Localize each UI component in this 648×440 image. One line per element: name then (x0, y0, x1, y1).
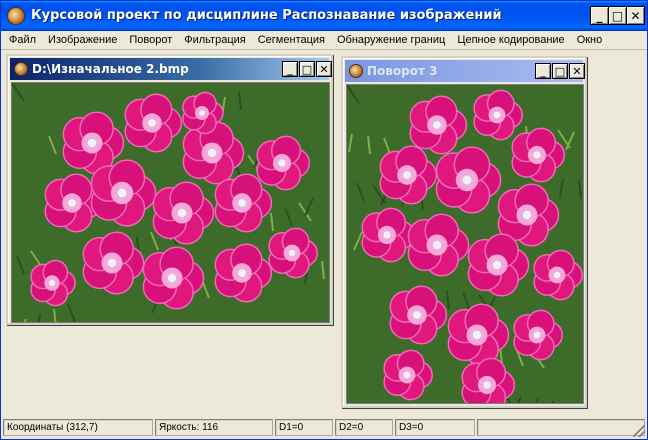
main-window: Курсовой проект по дисциплине Распознава… (0, 0, 648, 440)
status-empty (477, 419, 645, 436)
rotated-image[interactable] (346, 84, 584, 404)
child-maximize-button[interactable]: □ (552, 63, 568, 79)
app-icon[interactable] (7, 7, 25, 25)
rotated-window-titlebar[interactable]: Поворот 3 _ □ ✕ (345, 60, 585, 82)
menu-rotate[interactable]: Поворот (123, 34, 178, 46)
original-image[interactable] (11, 82, 330, 323)
minimize-button[interactable]: _ (590, 6, 609, 25)
title-bar[interactable]: Курсовой проект по дисциплине Распознава… (1, 1, 647, 31)
child-close-button[interactable]: ✕ (569, 63, 585, 79)
menu-filter[interactable]: Фильтрация (178, 34, 251, 46)
menu-chain-coding[interactable]: Цепное кодирование (451, 34, 570, 46)
flower-bouquet-image (12, 83, 329, 322)
resize-grip[interactable] (633, 425, 645, 437)
original-window-title: D:\Изначальное 2.bmp (32, 62, 189, 76)
status-d3: D3=0 (395, 419, 475, 436)
menu-edge-detection[interactable]: Обнаружение границ (331, 34, 451, 46)
menu-segmentation[interactable]: Сегментация (252, 34, 331, 46)
status-brightness: Яркость: 116 (155, 419, 273, 436)
child-app-icon[interactable] (349, 64, 363, 78)
child-minimize-button[interactable]: _ (282, 61, 298, 77)
window-title: Курсовой проект по дисциплине Распознава… (31, 8, 502, 23)
maximize-button[interactable]: □ (608, 6, 627, 25)
flower-bouquet-image-rotated (347, 85, 583, 403)
status-d2: D2=0 (335, 419, 393, 436)
menu-file[interactable]: Файл (3, 34, 42, 46)
status-bar: Координаты (312,7) Яркость: 116 D1=0 D2=… (1, 417, 647, 439)
child-minimize-button[interactable]: _ (535, 63, 551, 79)
rotated-image-window[interactable]: Поворот 3 _ □ ✕ (341, 56, 587, 408)
close-button[interactable]: ✕ (626, 6, 645, 25)
mdi-workspace: D:\Изначальное 2.bmp _ □ ✕ Поворот 3 _ □… (3, 51, 645, 415)
menu-bar: Файл Изображение Поворот Фильтрация Сегм… (1, 31, 647, 50)
child-maximize-button[interactable]: □ (299, 61, 315, 77)
menu-image[interactable]: Изображение (42, 34, 123, 46)
status-coordinates: Координаты (312,7) (3, 419, 153, 436)
child-app-icon[interactable] (14, 62, 28, 76)
rotated-window-title: Поворот 3 (367, 64, 438, 78)
menu-window[interactable]: Окно (571, 34, 609, 46)
original-window-titlebar[interactable]: D:\Изначальное 2.bmp _ □ ✕ (10, 58, 332, 80)
child-close-button[interactable]: ✕ (316, 61, 332, 77)
original-image-window[interactable]: D:\Изначальное 2.bmp _ □ ✕ (6, 54, 333, 325)
status-d1: D1=0 (275, 419, 333, 436)
